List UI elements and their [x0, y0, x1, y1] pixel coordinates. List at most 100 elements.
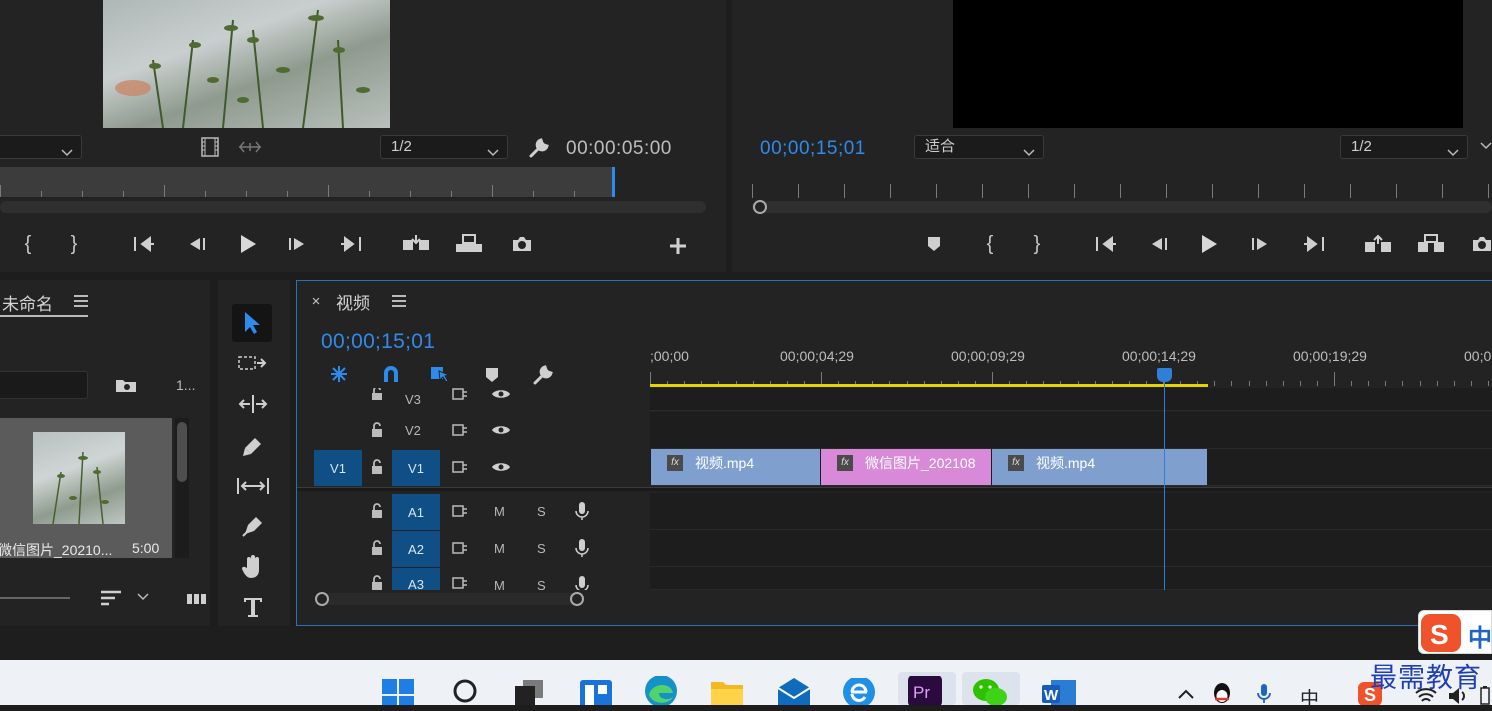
clip-2[interactable]: fx 微信图片_202108: [821, 449, 991, 485]
clip-3[interactable]: fx 视频.mp4: [992, 449, 1207, 485]
find-bin-icon[interactable]: [113, 374, 139, 396]
work-area-bar[interactable]: [650, 384, 1208, 387]
program-timecode[interactable]: 00;00;15;01: [760, 138, 866, 160]
task-view-icon[interactable]: [512, 680, 548, 705]
a1-solo-button[interactable]: S: [537, 504, 546, 519]
a2-lock-icon[interactable]: [368, 539, 386, 557]
qq-icon[interactable]: [1210, 682, 1234, 705]
v2-sync-icon[interactable]: [450, 421, 470, 439]
v3-lock-icon[interactable]: [368, 388, 386, 400]
sogou-ime-label[interactable]: 中: [1468, 618, 1492, 653]
source-zoom-dropdown[interactable]: 1/2: [380, 135, 508, 159]
freeform-view-icon[interactable]: [186, 590, 210, 608]
film-icon[interactable]: [200, 136, 220, 158]
v1-source-patch[interactable]: V1: [314, 450, 362, 486]
timeline-zoom-scrollbar[interactable]: [316, 593, 584, 605]
hand-tool-icon[interactable]: [238, 552, 268, 582]
program-step-back-icon[interactable]: [1144, 232, 1170, 256]
nest-sequence-icon[interactable]: [326, 362, 352, 386]
overwrite-icon[interactable]: [453, 232, 485, 256]
a3-mute-button[interactable]: M: [494, 578, 505, 590]
a1-sync-icon[interactable]: [450, 502, 470, 520]
timeline-marker-icon[interactable]: [482, 364, 502, 386]
edge-browser-icon[interactable]: [642, 676, 680, 705]
step-back-icon[interactable]: [182, 232, 208, 256]
wrench-icon[interactable]: [527, 136, 551, 160]
a1-mic-icon[interactable]: [572, 500, 592, 522]
v1-sync-icon[interactable]: [450, 458, 470, 476]
sogou-logo-icon[interactable]: S: [1418, 611, 1464, 655]
camera-icon[interactable]: [508, 232, 536, 256]
timeline-menu-icon[interactable]: [390, 292, 408, 310]
a2-mute-button[interactable]: M: [494, 541, 505, 556]
video-audio-divider[interactable]: [297, 487, 1492, 491]
program-mark-out-icon[interactable]: }: [1027, 232, 1047, 256]
windows-start-icon[interactable]: [380, 678, 416, 705]
source-zoom-scrollbar[interactable]: [0, 201, 706, 213]
program-go-to-in-icon[interactable]: [1092, 232, 1120, 256]
add-button-icon[interactable]: [664, 232, 692, 260]
extract-icon[interactable]: [1415, 232, 1447, 256]
project-search-input[interactable]: [0, 371, 88, 399]
mark-out-icon[interactable]: }: [64, 232, 84, 256]
source-playhead-marker[interactable]: [612, 167, 615, 197]
clip-1[interactable]: fx 视频.mp4: [651, 449, 820, 485]
v1-target-track[interactable]: V1: [392, 450, 440, 486]
program-step-forward-icon[interactable]: [1249, 232, 1275, 256]
lane-v2[interactable]: [650, 412, 1492, 449]
a2-sync-icon[interactable]: [450, 539, 470, 557]
project-menu-icon[interactable]: [72, 292, 90, 310]
ie-browser-icon[interactable]: [840, 678, 878, 705]
linked-selection-icon[interactable]: [428, 362, 454, 386]
v2-label[interactable]: V2: [405, 423, 421, 438]
program-fit-dropdown[interactable]: 适合: [914, 135, 1044, 159]
chevron-up-icon[interactable]: [1176, 686, 1196, 702]
a2-mic-icon[interactable]: [572, 537, 592, 559]
lane-v3[interactable]: [650, 388, 1492, 411]
timeline-scroll-left-handle[interactable]: [315, 592, 329, 606]
snap-magnet-icon[interactable]: [378, 362, 404, 386]
a1-mute-button[interactable]: M: [494, 504, 505, 519]
program-mark-in-icon[interactable]: {: [980, 232, 1000, 256]
project-item-tile[interactable]: 微信图片_20210... 5:00: [0, 418, 172, 558]
drag-audio-icon[interactable]: [238, 138, 262, 156]
a1-target-track[interactable]: A1: [392, 494, 440, 530]
a3-sync-icon[interactable]: [450, 576, 470, 590]
v2-eye-icon[interactable]: [490, 422, 512, 438]
program-settings-chevron-icon[interactable]: [1480, 138, 1492, 154]
premiere-pro-icon[interactable]: Pr: [906, 676, 944, 705]
sort-chevron-icon[interactable]: [136, 590, 150, 604]
mail-icon[interactable]: [775, 678, 813, 705]
go-to-in-icon[interactable]: [130, 232, 158, 256]
program-go-to-out-icon[interactable]: [1300, 232, 1328, 256]
lift-icon[interactable]: [1362, 232, 1394, 256]
lane-a2[interactable]: [650, 530, 1492, 567]
program-scroll-handle[interactable]: [753, 200, 767, 214]
add-marker-icon[interactable]: [922, 232, 946, 256]
program-zoom-scrollbar[interactable]: [752, 201, 1492, 213]
insert-icon[interactable]: [400, 232, 432, 256]
program-camera-icon[interactable]: [1470, 232, 1492, 256]
a2-solo-button[interactable]: S: [537, 541, 546, 556]
slip-tool-icon[interactable]: [234, 474, 272, 498]
timeline-scroll-right-handle[interactable]: [570, 592, 584, 606]
play-icon[interactable]: [234, 230, 262, 258]
lane-a1[interactable]: [650, 493, 1492, 530]
razor-tool-icon[interactable]: [238, 432, 268, 460]
v3-sync-icon[interactable]: [450, 387, 470, 401]
selection-tool-icon[interactable]: [238, 308, 266, 338]
mark-in-icon[interactable]: {: [18, 232, 38, 256]
a3-lock-icon[interactable]: [368, 575, 386, 590]
lane-a3[interactable]: [650, 567, 1492, 590]
project-panel-title[interactable]: 未命名: [2, 290, 53, 315]
wifi-icon[interactable]: [1414, 686, 1438, 705]
timeline-settings-wrench-icon[interactable]: [530, 362, 556, 388]
file-explorer-icon[interactable]: [708, 680, 746, 705]
go-to-out-icon[interactable]: [337, 232, 365, 256]
wechat-icon[interactable]: [970, 678, 1010, 705]
battery-icon[interactable]: [1478, 684, 1492, 705]
project-scroll-thumb[interactable]: [177, 422, 187, 482]
source-left-dropdown[interactable]: [0, 135, 82, 159]
track-select-tool-icon[interactable]: [236, 352, 270, 374]
close-tab-icon[interactable]: ×: [308, 292, 324, 310]
